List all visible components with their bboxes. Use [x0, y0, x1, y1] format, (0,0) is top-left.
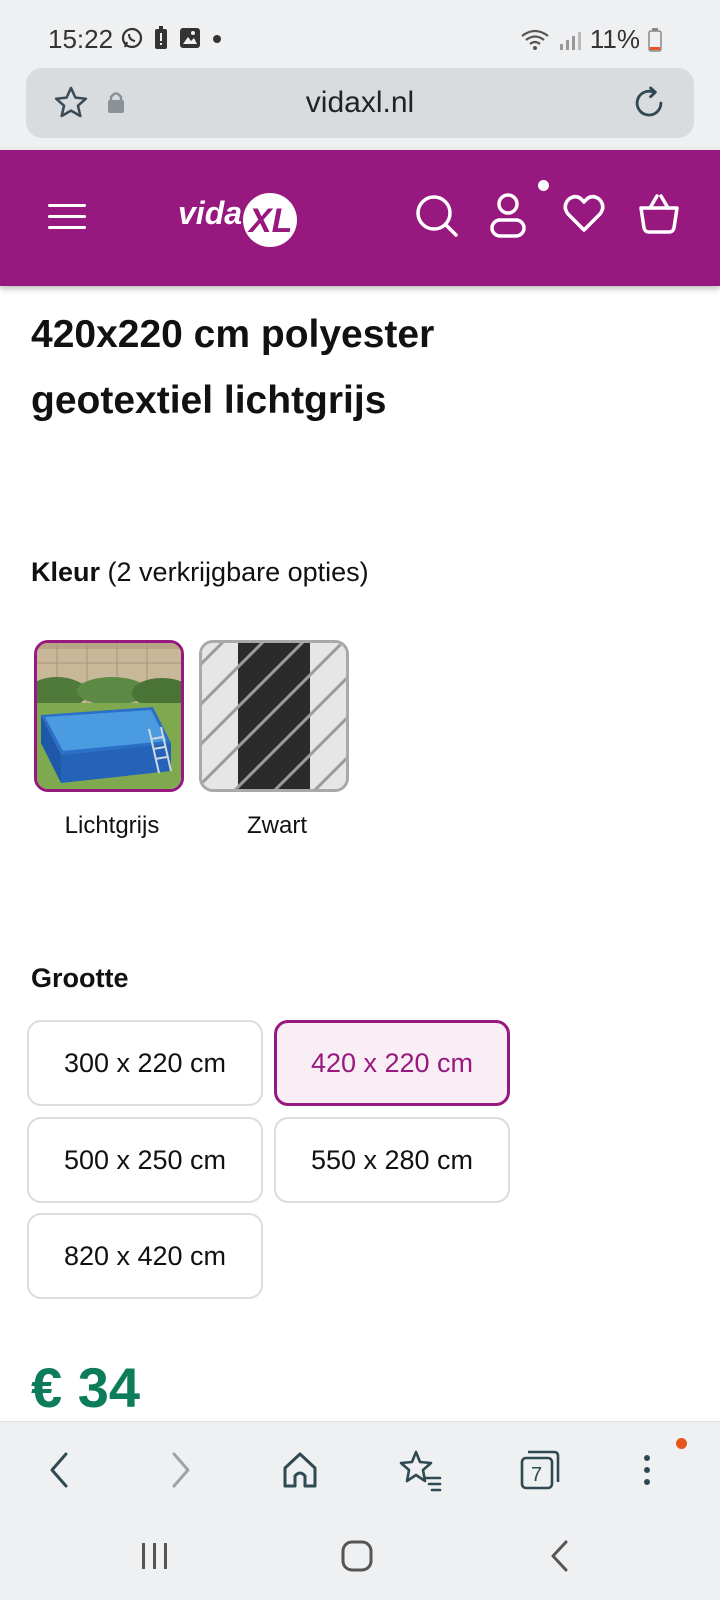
reload-icon[interactable]	[630, 84, 668, 122]
notification-icons	[120, 26, 222, 50]
url-bar[interactable]: vidaxl.nl	[26, 68, 694, 138]
menu-icon[interactable]	[48, 202, 86, 232]
size-option-820x420[interactable]: 820 x 420 cm	[27, 1213, 263, 1299]
size-option-550x280[interactable]: 550 x 280 cm	[274, 1117, 510, 1203]
status-bar: 15:22 11%	[0, 0, 720, 68]
recent-apps-icon[interactable]	[138, 1539, 172, 1573]
size-option-420x220[interactable]: 420 x 220 cm	[274, 1020, 510, 1106]
black-fabric-swatch-image	[202, 643, 346, 789]
site-header: vida XL	[0, 150, 720, 286]
heart-icon[interactable]	[563, 194, 605, 234]
home-button-icon[interactable]	[340, 1539, 374, 1573]
forward-icon[interactable]	[164, 1448, 198, 1492]
battery-icon	[648, 27, 662, 52]
wifi-icon	[521, 29, 549, 50]
account-notification-dot	[538, 180, 549, 191]
product-price: € 34	[31, 1356, 140, 1419]
gallery-icon	[180, 28, 200, 48]
svg-text:XL: XL	[247, 202, 292, 240]
system-nav-bar	[0, 1521, 720, 1600]
browser-toolbar: 7	[0, 1421, 720, 1522]
color-swatch-lichtgrijs[interactable]	[34, 640, 184, 792]
product-title: 420x220 cm polyester geotextiel lichtgri…	[31, 302, 671, 434]
color-label: Kleur	[31, 557, 101, 587]
home-icon[interactable]	[280, 1448, 320, 1492]
pool-product-image	[37, 643, 181, 789]
search-icon[interactable]	[415, 194, 459, 238]
tabs-count: 7	[531, 1464, 542, 1486]
battery-alert-icon	[155, 26, 167, 49]
dot-icon	[213, 35, 221, 43]
whatsapp-icon	[121, 27, 143, 49]
svg-text:vida: vida	[178, 195, 242, 231]
size-option-500x250[interactable]: 500 x 250 cm	[27, 1117, 263, 1203]
size-heading: Grootte	[31, 963, 129, 993]
system-back-icon[interactable]	[544, 1539, 578, 1573]
color-heading: Kleur (2 verkrijgbare opties)	[31, 557, 369, 588]
tabs-icon[interactable]: 7	[518, 1448, 562, 1492]
menu-notification-dot	[676, 1438, 687, 1449]
back-icon[interactable]	[42, 1448, 76, 1492]
account-icon[interactable]	[490, 192, 526, 240]
battery-percent: 11%	[589, 24, 640, 54]
basket-icon[interactable]	[637, 192, 681, 236]
bookmarks-icon[interactable]	[398, 1448, 442, 1492]
product-title-line2: geotextiel lichtgrijs	[31, 379, 387, 422]
url-text[interactable]: vidaxl.nl	[26, 86, 694, 120]
more-options-icon[interactable]	[640, 1448, 654, 1492]
vidaxl-logo[interactable]: vida XL	[178, 186, 302, 250]
color-label-lichtgrijs: Lichtgrijs	[64, 812, 160, 839]
browser-url-bar-area: vidaxl.nl	[0, 68, 720, 150]
color-swatch-zwart[interactable]	[199, 640, 349, 792]
status-time: 15:22	[48, 24, 114, 54]
status-right: 11%	[520, 24, 662, 55]
signal-icon	[559, 31, 581, 50]
size-option-300x220[interactable]: 300 x 220 cm	[27, 1020, 263, 1106]
color-options-count: (2 verkrijgbare opties)	[107, 557, 369, 587]
product-title-line1: 420x220 cm polyester	[31, 313, 435, 356]
color-label-zwart: Zwart	[247, 812, 307, 839]
